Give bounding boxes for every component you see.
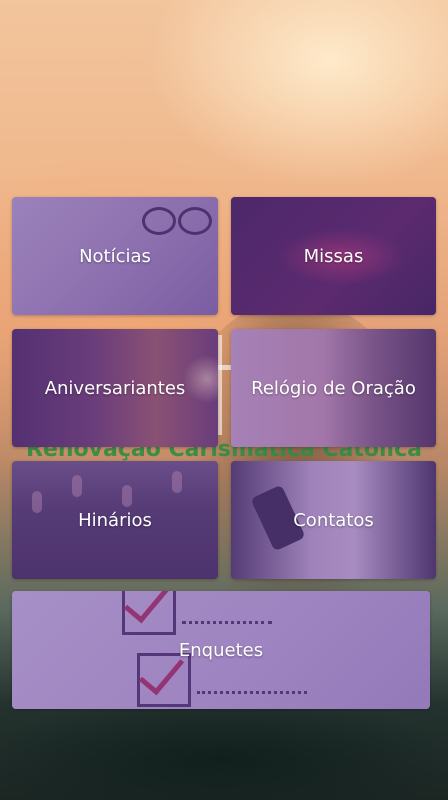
tile-missas-label: Missas [303,245,364,267]
tile-missas[interactable]: Missas [231,197,436,315]
tile-contatos[interactable]: Contatos [231,461,436,579]
tile-contatos-label: Contatos [293,509,374,531]
tile-hinarios-label: Hinários [78,509,152,531]
tile-noticias[interactable]: Notícias [12,197,218,315]
tile-enquetes[interactable]: Enquetes [12,591,430,709]
tile-enquetes-label: Enquetes [178,639,264,661]
background-ground [0,700,448,800]
tile-relogio-de-oracao-label: Relógio de Oração [251,377,416,399]
tile-aniversariantes[interactable]: Aniversariantes [12,329,218,447]
tile-noticias-label: Notícias [79,245,151,267]
tile-hinarios[interactable]: Hinários [12,461,218,579]
tile-aniversariantes-label: Aniversariantes [44,377,186,399]
tile-relogio-de-oracao[interactable]: Relógio de Oração [231,329,436,447]
